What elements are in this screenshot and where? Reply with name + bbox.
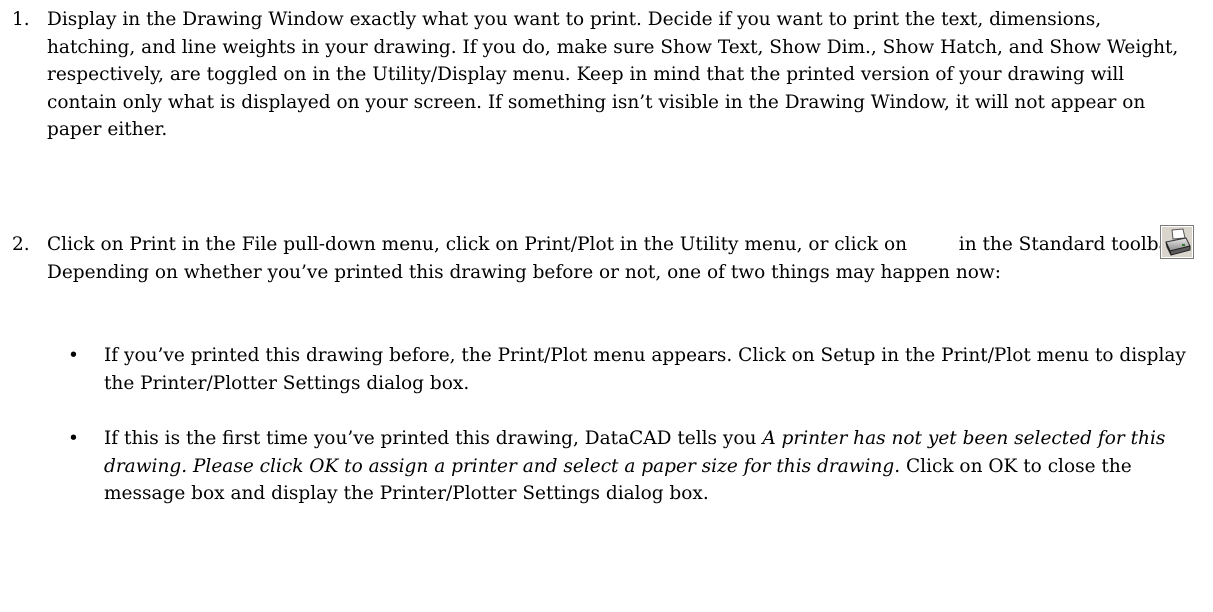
bullet-text-plain: If this is the first time you’ve printed… [104,428,763,449]
bullet-glyph: • [68,428,79,449]
step-text: Click on Print in the File pull-down men… [47,231,1187,286]
bullet-text: If you’ve printed this drawing before, t… [104,345,1186,394]
step-number: 1. [12,9,30,30]
step-number: 2. [12,234,30,255]
bullet-glyph: • [68,345,79,366]
step-text-before-icon: Click on Print in the File pull-down men… [47,234,907,255]
step-text: Display in the Drawing Window exactly wh… [47,9,1179,140]
document-page: 1. Display in the Drawing Window exactly… [0,0,1213,612]
bullet-text: If this is the first time you’ve printed… [104,425,1199,508]
printer-icon [1160,225,1194,259]
